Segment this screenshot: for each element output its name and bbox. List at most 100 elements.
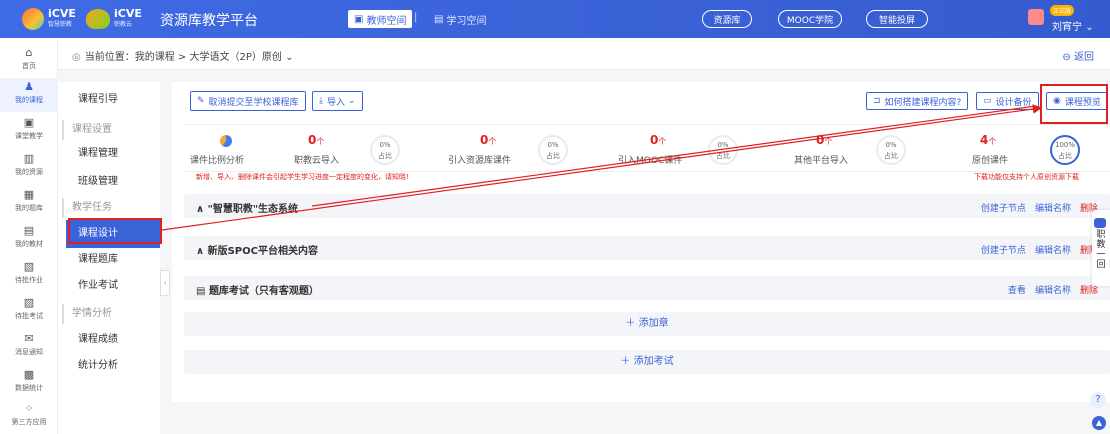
student-space-button[interactable]: ▤ 学习空间 bbox=[428, 10, 492, 28]
chevron-down-icon: ⌄ bbox=[1085, 22, 1094, 33]
courseware-stats: 课件比例分析 0个 职教云导入 0% 占比 0个 引入资源库课件 0% 占比 0个 … bbox=[184, 124, 1110, 172]
mooc-pill[interactable]: MOOC学院 bbox=[778, 10, 842, 28]
add-chapter-button[interactable]: ＋ 添加章 bbox=[184, 312, 1110, 336]
how-to-build-button[interactable]: ⊐ 如何搭建课程内容? bbox=[866, 92, 969, 110]
nav-label: 首页 bbox=[22, 62, 36, 70]
help-icon[interactable]: ? bbox=[1090, 392, 1106, 408]
nav-home[interactable]: ⌂ 首页 bbox=[0, 44, 58, 78]
chapter-title[interactable]: ∧ 新版SPOC平台相关内容 bbox=[196, 242, 318, 257]
breadcrumb: ◎ 当前位置：我的课程 > 大学语文（2P）原创 ⌄ bbox=[72, 48, 293, 63]
nav-textbook[interactable]: ▤ 我的教材 bbox=[0, 222, 58, 256]
space-divider: | bbox=[414, 12, 418, 23]
stat-count: 0个 bbox=[816, 133, 832, 147]
stat-count: 0个 bbox=[650, 133, 666, 147]
location-icon: ◎ bbox=[72, 52, 81, 63]
design-backup-label: 设计备份 bbox=[995, 97, 1032, 108]
plus-icon: ＋ bbox=[620, 356, 634, 367]
create-subnode-link[interactable]: 创建子节点 bbox=[981, 204, 1026, 214]
user-avatar[interactable] bbox=[1028, 9, 1044, 25]
exam-title-text: 题库考试（只有客观题） bbox=[208, 286, 319, 297]
resource-library-pill[interactable]: 资源库 bbox=[702, 10, 752, 28]
subnav-statistics[interactable]: 统计分析 bbox=[58, 352, 160, 380]
pie-chart-icon bbox=[220, 135, 232, 147]
nav-label: 消息通知 bbox=[15, 348, 43, 356]
logo2-sub: 职教云 bbox=[114, 21, 133, 28]
subnav-group-analysis: 学情分析 bbox=[62, 304, 164, 324]
teacher-space-button[interactable]: ▣ 教师空间 bbox=[348, 10, 413, 28]
subnav-course-guide[interactable]: 课程引导 bbox=[58, 86, 160, 114]
cancel-submit-button[interactable]: ✎ 取消提交至学校课程库 bbox=[190, 91, 306, 111]
exam-title[interactable]: ▤ 题库考试（只有客观题） bbox=[196, 282, 319, 297]
nav-question-bank[interactable]: ▦ 我的题库 bbox=[0, 186, 58, 220]
cancel-submit-label: 取消提交至学校课程库 bbox=[208, 97, 299, 108]
resource-icon: ▥ bbox=[23, 152, 35, 165]
robot-icon[interactable] bbox=[1094, 218, 1106, 228]
nav-stats[interactable]: ▩ 数据统计 bbox=[0, 366, 58, 400]
add-exam-button[interactable]: ＋ 添加考试 bbox=[184, 350, 1110, 374]
nav-label: 我的课程 bbox=[15, 96, 43, 104]
stat-count-unit: 个 bbox=[824, 137, 833, 146]
stat-ring: 0% 占比 bbox=[876, 135, 906, 165]
delete-link[interactable]: 删除 bbox=[1080, 286, 1098, 296]
edit-name-link[interactable]: 编辑名称 bbox=[1035, 286, 1071, 296]
create-subnode-link[interactable]: 创建子节点 bbox=[981, 246, 1026, 256]
stat-ring: 0% 占比 bbox=[708, 135, 738, 165]
back-icon: ⊖ bbox=[1062, 52, 1071, 63]
nav-resources[interactable]: ▥ 我的资源 bbox=[0, 150, 58, 184]
logo2-main: iCVE bbox=[114, 7, 142, 20]
exam-row[interactable]: ▤ 题库考试（只有客观题） 查看 编辑名称 删除 bbox=[184, 276, 1110, 300]
design-backup-button[interactable]: ▭ 设计备份 bbox=[976, 92, 1039, 110]
chapter-title[interactable]: ∧ "智慧职教"生态系统 bbox=[196, 200, 298, 215]
stat-pct: 0% bbox=[379, 141, 391, 149]
subnav-class-management[interactable]: 班级管理 bbox=[58, 168, 160, 196]
add-chapter-label: 添加章 bbox=[638, 318, 669, 329]
chapter-title-text: "智慧职教"生态系统 bbox=[207, 204, 299, 215]
nav-label: 第三方应用 bbox=[11, 418, 47, 426]
chapter-actions: 创建子节点 编辑名称 删除 bbox=[981, 201, 1098, 214]
stat-pct-label: 占比 bbox=[716, 152, 730, 160]
nav-third-party[interactable]: ⁘ 第三方应用 bbox=[0, 400, 58, 434]
subnav-course-grades[interactable]: 课程成绩 bbox=[58, 326, 160, 354]
question-bank-icon: ▦ bbox=[23, 188, 35, 201]
teacher-space-label: 教师空间 bbox=[366, 15, 407, 27]
homework-icon: ▧ bbox=[23, 260, 35, 273]
document-icon: ▤ bbox=[196, 286, 209, 297]
user-menu[interactable]: 刘宵宁 ⌄ bbox=[1052, 18, 1094, 33]
subnav-course-management[interactable]: 课程管理 bbox=[58, 140, 160, 168]
collapse-sidebar-handle[interactable]: ‹ bbox=[160, 270, 170, 296]
stat-count-unit: 个 bbox=[988, 137, 997, 146]
stat-count-unit: 个 bbox=[658, 137, 667, 146]
notice-left: 新增、导入、删除课件会引起学生学习进度一定程度的变化，请知晓! bbox=[196, 173, 409, 181]
nav-exam[interactable]: ▨ 待批考试 bbox=[0, 294, 58, 328]
nav-homework[interactable]: ▧ 待批作业 bbox=[0, 258, 58, 292]
nav-messages[interactable]: ✉ 消息通知 bbox=[0, 330, 58, 364]
nav-label: 我的题库 bbox=[15, 204, 43, 212]
nav-classroom[interactable]: ▣ 课堂教学 bbox=[0, 114, 58, 148]
smart-screen-pill[interactable]: 智能投屏 bbox=[866, 10, 928, 28]
icve-zjy-logo[interactable]: iCVE 职教云 bbox=[86, 7, 142, 31]
subnav-homework-exam[interactable]: 作业考试 bbox=[58, 272, 160, 300]
stat-label: 引入MOOC课件 bbox=[618, 156, 683, 166]
icve-zhjy-logo[interactable]: iCVE 智慧职教 bbox=[22, 7, 76, 31]
stat-zjy-import: 0个 职教云导入 0% 占比 bbox=[280, 125, 410, 173]
nav-my-courses[interactable]: ♟ 我的课程 bbox=[0, 78, 58, 112]
stat-resource-library: 0个 引入资源库课件 0% 占比 bbox=[440, 125, 590, 173]
edit-name-link[interactable]: 编辑名称 bbox=[1035, 204, 1071, 214]
arrow-up-icon[interactable]: ▲ bbox=[1092, 416, 1106, 430]
edit-name-link[interactable]: 编辑名称 bbox=[1035, 246, 1071, 256]
chapter-row[interactable]: ∧ "智慧职教"生态系统 创建子节点 编辑名称 删除 bbox=[184, 194, 1110, 218]
stat-other-platform: 0个 其他平台导入 0% 占比 bbox=[780, 125, 930, 173]
import-button[interactable]: ⤓ 导入 ⌄ bbox=[312, 91, 363, 111]
breadcrumb-text[interactable]: 当前位置：我的课程 > 大学语文（2P）原创 bbox=[85, 52, 282, 63]
stat-original: 4个 原创课件 100% 占比 bbox=[952, 125, 1102, 173]
chapter-row[interactable]: ∧ 新版SPOC平台相关内容 创建子节点 编辑名称 删除 bbox=[184, 236, 1110, 260]
nav-label: 待批考试 bbox=[15, 312, 43, 320]
subnav-course-question-bank[interactable]: 课程题库 bbox=[58, 246, 160, 274]
course-sub-nav: 课程引导 课程设置 课程管理 班级管理 教学任务 课程设计 课程题库 作业考试 … bbox=[58, 82, 160, 434]
back-button[interactable]: ⊖ 返回 bbox=[1062, 48, 1094, 63]
left-nav: ⌂ 首页 ♟ 我的课程 ▣ 课堂教学 ▥ 我的资源 ▦ 我的题库 ▤ 我的教材 ▧ 待批作业 … bbox=[0, 38, 58, 434]
chevron-left-icon: ‹ bbox=[163, 278, 167, 287]
chevron-down-icon[interactable]: ⌄ bbox=[285, 52, 293, 63]
role-badge: 正式版 bbox=[1050, 5, 1075, 16]
view-link[interactable]: 查看 bbox=[1008, 286, 1026, 296]
